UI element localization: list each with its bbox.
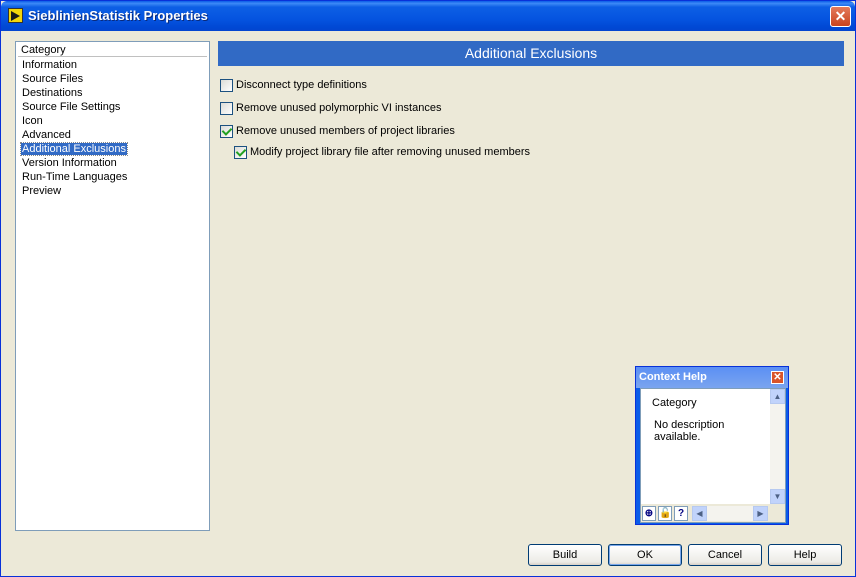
category-item-label: Advanced [22,129,71,141]
category-item-advanced[interactable]: Advanced [16,128,209,142]
show-optional-terminals-icon[interactable]: ⊕ [642,506,656,521]
help-button[interactable]: Help [768,544,842,566]
category-header: Category [18,44,207,57]
disconnect-type-definitions-checkbox[interactable] [220,78,233,92]
category-item-run-time-languages[interactable]: Run-Time Languages [16,170,209,184]
cancel-button[interactable]: Cancel [688,544,762,566]
context-help-title-bar[interactable]: Context Help ✕ [636,367,788,388]
remove-unused-members-checkbox[interactable] [220,124,233,138]
category-item-label: Preview [22,185,62,197]
scroll-right-icon[interactable]: ▶ [753,506,768,521]
scroll-left-icon[interactable]: ◀ [692,506,707,521]
scroll-down-icon[interactable]: ▼ [770,489,785,504]
remove-unused-members-option[interactable]: Remove unused members of project librari… [220,123,455,139]
disconnect-type-definitions-option[interactable]: Disconnect type definitions [220,77,367,93]
properties-window: SieblinienStatistik Properties ✕ Categor… [0,0,856,577]
category-item-icon[interactable]: Icon [16,114,209,128]
labview-app-icon [8,8,23,23]
title-bar[interactable]: SieblinienStatistik Properties ✕ [1,1,855,31]
context-help-close-button[interactable]: ✕ [771,371,784,384]
context-help-description: No description available. [654,419,725,443]
category-item-label: Source File Settings [22,101,121,113]
category-item-destinations[interactable]: Destinations [16,86,209,100]
ok-button[interactable]: OK [608,544,682,566]
category-item-source-file-settings[interactable]: Source File Settings [16,100,209,114]
context-help-toolbar: ⊕ 🔓 ? ◀ ▶ [641,505,785,522]
context-help-title: Context Help [639,371,707,383]
category-item-label: Run-Time Languages [22,171,128,183]
context-help-content: Category No description available. [641,389,770,504]
category-item-additional-exclusions[interactable]: Additional Exclusions [16,142,209,156]
scroll-up-icon[interactable]: ▲ [770,389,785,404]
option-label: Remove unused polymorphic VI instances [236,102,442,114]
help-question-icon[interactable]: ? [674,506,688,521]
context-help-window[interactable]: Context Help ✕ Category No description a… [635,366,789,525]
context-help-vertical-scrollbar[interactable]: ▲ ▼ [770,389,785,504]
option-label: Remove unused members of project librari… [236,125,455,137]
category-item-information[interactable]: Information [16,58,209,72]
category-item-preview[interactable]: Preview [16,184,209,198]
context-help-topic: Category [652,397,697,409]
dialog-body: Category Information Source Files Destin… [4,31,852,574]
category-item-version-information[interactable]: Version Information [16,156,209,170]
remove-unused-polymorphic-option[interactable]: Remove unused polymorphic VI instances [220,100,441,116]
category-list[interactable]: Category Information Source Files Destin… [15,41,210,531]
category-item-label: Icon [22,115,43,127]
option-label: Modify project library file after removi… [250,146,531,158]
modify-library-file-option[interactable]: Modify project library file after removi… [234,144,530,160]
category-item-label: Version Information [22,157,117,169]
option-label: Disconnect type definitions [236,79,367,91]
remove-unused-polymorphic-checkbox[interactable] [220,101,233,115]
category-item-label: Additional Exclusions [20,142,128,156]
window-title: SieblinienStatistik Properties [28,8,208,23]
category-item-label: Source Files [22,73,84,85]
category-item-label: Destinations [22,87,83,99]
context-help-horizontal-scrollbar[interactable]: ◀ ▶ [692,506,768,521]
category-item-source-files[interactable]: Source Files [16,72,209,86]
lock-icon[interactable]: 🔓 [658,506,672,521]
close-button[interactable]: ✕ [830,6,851,27]
build-button[interactable]: Build [528,544,602,566]
section-title: Additional Exclusions [218,41,844,66]
modify-library-file-checkbox[interactable] [234,145,247,159]
context-help-body: Category No description available. ▲ ▼ ⊕… [640,388,786,523]
category-item-label: Information [22,59,78,71]
